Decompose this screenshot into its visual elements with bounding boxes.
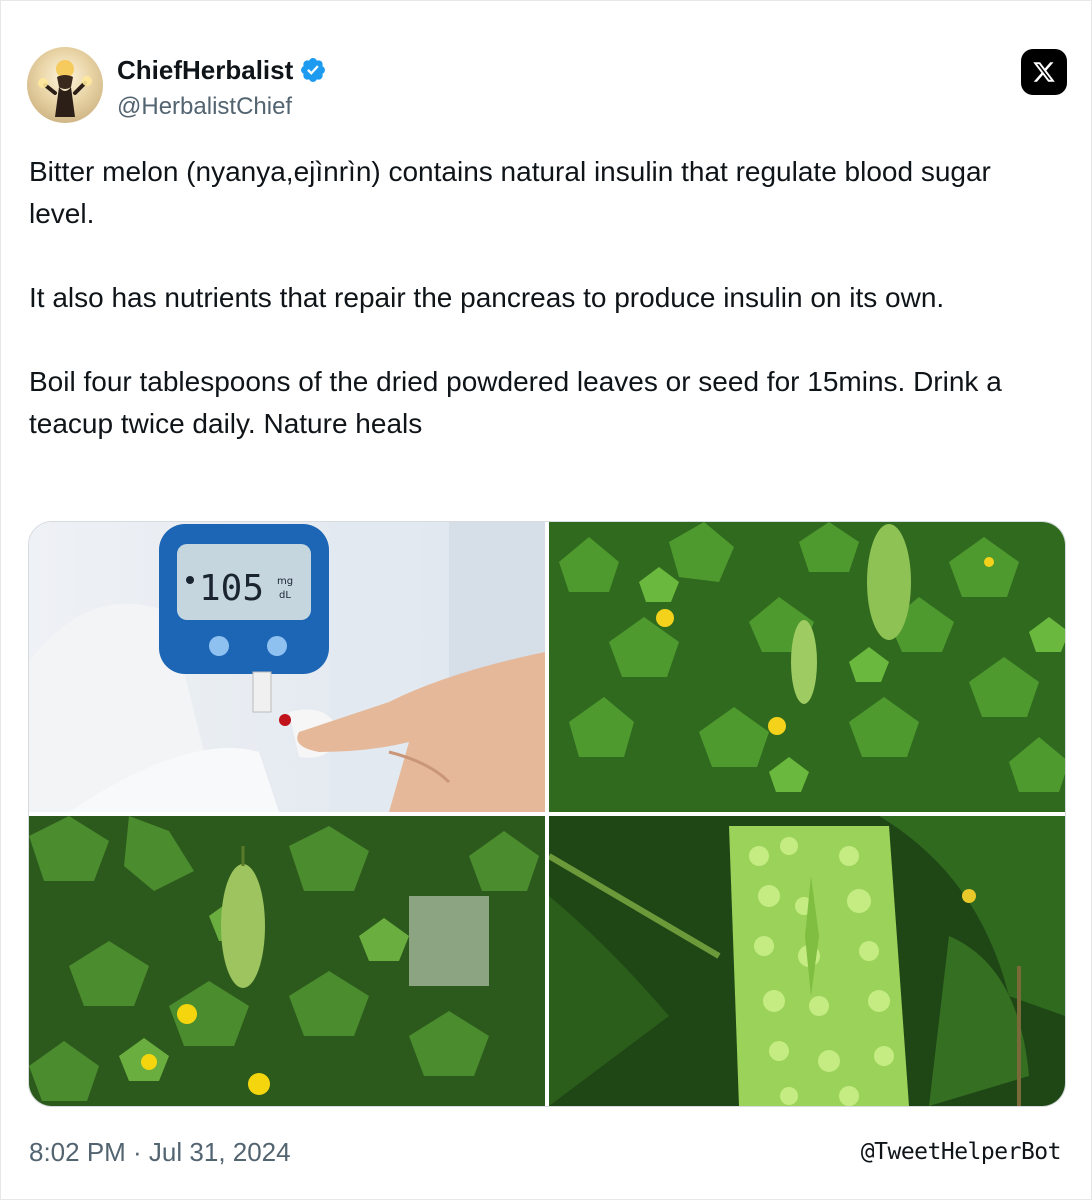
- glucometer-unit-bottom: dL: [279, 590, 291, 601]
- glucometer-reading: 105: [199, 568, 264, 609]
- media-gallery: 105 mg dL: [28, 521, 1066, 1107]
- author-handle[interactable]: @HerbalistChief: [117, 93, 327, 121]
- tweet-text: Bitter melon (nyanya,ejìnrìn) contains n…: [29, 156, 1002, 439]
- tweet-timestamp[interactable]: 8:02 PM · Jul 31, 2024: [29, 1137, 291, 1168]
- tweet-card: ChiefHerbalist @HerbalistChief Bitter me…: [0, 0, 1092, 1200]
- watermark: @TweetHelperBot: [860, 1139, 1062, 1165]
- bitter-melon-closeup-photo[interactable]: [549, 816, 1065, 1106]
- glucometer-photo[interactable]: 105 mg dL: [29, 522, 545, 812]
- bitter-melon-vines-photo[interactable]: [549, 522, 1065, 812]
- x-logo-icon[interactable]: [1021, 49, 1067, 95]
- author-avatar[interactable]: [27, 47, 103, 123]
- hanging-bitter-melon-photo[interactable]: [29, 816, 545, 1106]
- glucometer-unit-top: mg: [277, 576, 293, 587]
- verified-badge-icon: [301, 58, 326, 82]
- author-display-name[interactable]: ChiefHerbalist: [117, 55, 293, 86]
- tweet-header: ChiefHerbalist @HerbalistChief: [27, 47, 1067, 127]
